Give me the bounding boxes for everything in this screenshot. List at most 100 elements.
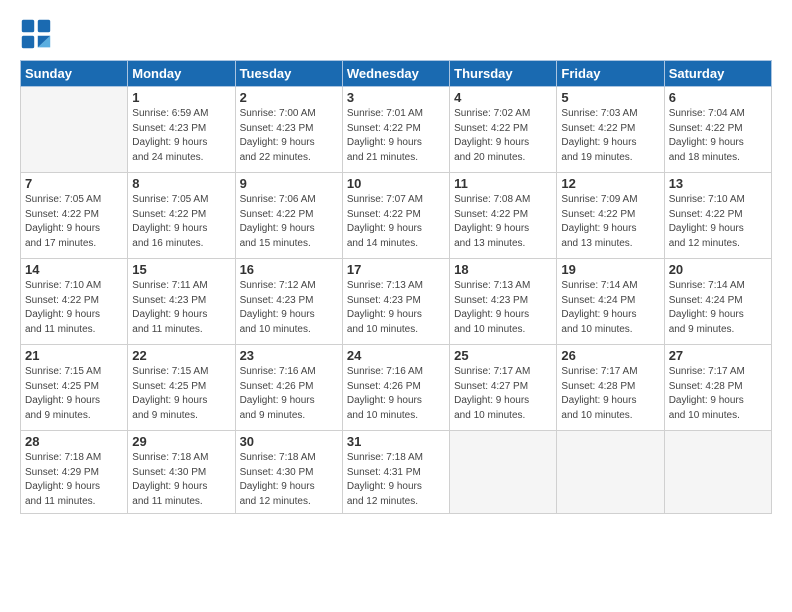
calendar-cell: 12 Sunrise: 7:09 AM Sunset: 4:22 PM Dayli… — [557, 173, 664, 259]
calendar-cell: 31 Sunrise: 7:18 AM Sunset: 4:31 PM Dayli… — [342, 431, 449, 514]
day-info: Sunrise: 7:18 AM Sunset: 4:30 PM Dayligh… — [240, 451, 338, 509]
day-number: 25 — [454, 348, 552, 363]
day-info: Sunrise: 7:00 AM Sunset: 4:23 PM Dayligh… — [240, 107, 338, 165]
calendar-cell: 16 Sunrise: 7:12 AM Sunset: 4:23 PM Dayli… — [235, 259, 342, 345]
day-info: Sunrise: 7:03 AM Sunset: 4:22 PM Dayligh… — [561, 107, 659, 165]
day-number: 5 — [561, 90, 659, 105]
calendar-header-friday: Friday — [557, 61, 664, 87]
day-number: 26 — [561, 348, 659, 363]
day-number: 10 — [347, 176, 445, 191]
day-info: Sunrise: 7:10 AM Sunset: 4:22 PM Dayligh… — [25, 279, 123, 337]
day-info: Sunrise: 7:17 AM Sunset: 4:27 PM Dayligh… — [454, 365, 552, 423]
calendar-cell: 1 Sunrise: 6:59 AM Sunset: 4:23 PM Daylig… — [128, 87, 235, 173]
day-info: Sunrise: 7:02 AM Sunset: 4:22 PM Dayligh… — [454, 107, 552, 165]
calendar-cell: 11Sunrise: 7:08 AM Sunset: 4:22 PM Dayli… — [450, 173, 557, 259]
day-number: 8 — [132, 176, 230, 191]
calendar-week-row: 1 Sunrise: 6:59 AM Sunset: 4:23 PM Daylig… — [21, 87, 772, 173]
day-info: Sunrise: 7:05 AM Sunset: 4:22 PM Dayligh… — [25, 193, 123, 251]
calendar-cell: 30Sunrise: 7:18 AM Sunset: 4:30 PM Dayli… — [235, 431, 342, 514]
day-number: 17 — [347, 262, 445, 277]
calendar-table: SundayMondayTuesdayWednesdayThursdayFrid… — [20, 60, 772, 514]
page: SundayMondayTuesdayWednesdayThursdayFrid… — [0, 0, 792, 612]
day-number: 7 — [25, 176, 123, 191]
day-number: 4 — [454, 90, 552, 105]
day-number: 9 — [240, 176, 338, 191]
day-info: Sunrise: 6:59 AM Sunset: 4:23 PM Dayligh… — [132, 107, 230, 165]
calendar-header-saturday: Saturday — [664, 61, 771, 87]
calendar-cell: 18 Sunrise: 7:13 AM Sunset: 4:23 PM Dayli… — [450, 259, 557, 345]
day-number: 31 — [347, 434, 445, 449]
day-number: 1 — [132, 90, 230, 105]
calendar-cell: 24Sunrise: 7:16 AM Sunset: 4:26 PM Dayli… — [342, 345, 449, 431]
day-number: 22 — [132, 348, 230, 363]
day-info: Sunrise: 7:09 AM Sunset: 4:22 PM Dayligh… — [561, 193, 659, 251]
day-number: 2 — [240, 90, 338, 105]
day-info: Sunrise: 7:11 AM Sunset: 4:23 PM Dayligh… — [132, 279, 230, 337]
calendar-cell: 14 Sunrise: 7:10 AM Sunset: 4:22 PM Dayli… — [21, 259, 128, 345]
calendar-header-thursday: Thursday — [450, 61, 557, 87]
calendar-cell: 8Sunrise: 7:05 AM Sunset: 4:22 PM Daylig… — [128, 173, 235, 259]
calendar-header-tuesday: Tuesday — [235, 61, 342, 87]
calendar-cell: 25 Sunrise: 7:17 AM Sunset: 4:27 PM Dayli… — [450, 345, 557, 431]
header — [20, 18, 772, 50]
calendar-cell: 15 Sunrise: 7:11 AM Sunset: 4:23 PM Dayli… — [128, 259, 235, 345]
day-number: 3 — [347, 90, 445, 105]
day-number: 24 — [347, 348, 445, 363]
day-info: Sunrise: 7:14 AM Sunset: 4:24 PM Dayligh… — [561, 279, 659, 337]
day-info: Sunrise: 7:07 AM Sunset: 4:22 PM Dayligh… — [347, 193, 445, 251]
logo-icon — [20, 18, 52, 50]
day-number: 16 — [240, 262, 338, 277]
day-number: 15 — [132, 262, 230, 277]
day-number: 12 — [561, 176, 659, 191]
day-info: Sunrise: 7:13 AM Sunset: 4:23 PM Dayligh… — [454, 279, 552, 337]
calendar-cell: 23Sunrise: 7:16 AM Sunset: 4:26 PM Dayli… — [235, 345, 342, 431]
calendar-header-sunday: Sunday — [21, 61, 128, 87]
calendar-cell: 29 Sunrise: 7:18 AM Sunset: 4:30 PM Dayli… — [128, 431, 235, 514]
day-number: 19 — [561, 262, 659, 277]
calendar-cell: 26 Sunrise: 7:17 AM Sunset: 4:28 PM Dayli… — [557, 345, 664, 431]
day-number: 27 — [669, 348, 767, 363]
logo — [20, 18, 56, 50]
day-number: 18 — [454, 262, 552, 277]
calendar-cell: 19 Sunrise: 7:14 AM Sunset: 4:24 PM Dayli… — [557, 259, 664, 345]
calendar-week-row: 7 Sunrise: 7:05 AM Sunset: 4:22 PM Daylig… — [21, 173, 772, 259]
day-number: 21 — [25, 348, 123, 363]
day-number: 29 — [132, 434, 230, 449]
day-info: Sunrise: 7:17 AM Sunset: 4:28 PM Dayligh… — [669, 365, 767, 423]
day-number: 28 — [25, 434, 123, 449]
day-info: Sunrise: 7:08 AM Sunset: 4:22 PM Dayligh… — [454, 193, 552, 251]
calendar-cell — [664, 431, 771, 514]
day-info: Sunrise: 7:18 AM Sunset: 4:30 PM Dayligh… — [132, 451, 230, 509]
day-info: Sunrise: 7:18 AM Sunset: 4:29 PM Dayligh… — [25, 451, 123, 509]
calendar-cell: 7 Sunrise: 7:05 AM Sunset: 4:22 PM Daylig… — [21, 173, 128, 259]
calendar-cell: 10 Sunrise: 7:07 AM Sunset: 4:22 PM Dayli… — [342, 173, 449, 259]
day-number: 14 — [25, 262, 123, 277]
calendar-header-row: SundayMondayTuesdayWednesdayThursdayFrid… — [21, 61, 772, 87]
calendar-week-row: 14 Sunrise: 7:10 AM Sunset: 4:22 PM Dayli… — [21, 259, 772, 345]
calendar-cell: 28 Sunrise: 7:18 AM Sunset: 4:29 PM Dayli… — [21, 431, 128, 514]
calendar-cell: 2 Sunrise: 7:00 AM Sunset: 4:23 PM Daylig… — [235, 87, 342, 173]
day-info: Sunrise: 7:06 AM Sunset: 4:22 PM Dayligh… — [240, 193, 338, 251]
day-info: Sunrise: 7:18 AM Sunset: 4:31 PM Dayligh… — [347, 451, 445, 509]
calendar-cell — [21, 87, 128, 173]
calendar-cell — [557, 431, 664, 514]
day-info: Sunrise: 7:15 AM Sunset: 4:25 PM Dayligh… — [25, 365, 123, 423]
day-number: 13 — [669, 176, 767, 191]
day-info: Sunrise: 7:04 AM Sunset: 4:22 PM Dayligh… — [669, 107, 767, 165]
calendar-cell: 27 Sunrise: 7:17 AM Sunset: 4:28 PM Dayli… — [664, 345, 771, 431]
calendar-cell — [450, 431, 557, 514]
calendar-cell: 9 Sunrise: 7:06 AM Sunset: 4:22 PM Daylig… — [235, 173, 342, 259]
calendar-cell: 3Sunrise: 7:01 AM Sunset: 4:22 PM Daylig… — [342, 87, 449, 173]
calendar-cell: 17Sunrise: 7:13 AM Sunset: 4:23 PM Dayli… — [342, 259, 449, 345]
day-number: 6 — [669, 90, 767, 105]
calendar-cell: 5 Sunrise: 7:03 AM Sunset: 4:22 PM Daylig… — [557, 87, 664, 173]
day-number: 23 — [240, 348, 338, 363]
calendar-cell: 13 Sunrise: 7:10 AM Sunset: 4:22 PM Dayli… — [664, 173, 771, 259]
day-info: Sunrise: 7:12 AM Sunset: 4:23 PM Dayligh… — [240, 279, 338, 337]
day-info: Sunrise: 7:10 AM Sunset: 4:22 PM Dayligh… — [669, 193, 767, 251]
calendar-cell: 20Sunrise: 7:14 AM Sunset: 4:24 PM Dayli… — [664, 259, 771, 345]
calendar-week-row: 28 Sunrise: 7:18 AM Sunset: 4:29 PM Dayli… — [21, 431, 772, 514]
day-info: Sunrise: 7:17 AM Sunset: 4:28 PM Dayligh… — [561, 365, 659, 423]
calendar-cell: 6 Sunrise: 7:04 AM Sunset: 4:22 PM Daylig… — [664, 87, 771, 173]
calendar-header-monday: Monday — [128, 61, 235, 87]
